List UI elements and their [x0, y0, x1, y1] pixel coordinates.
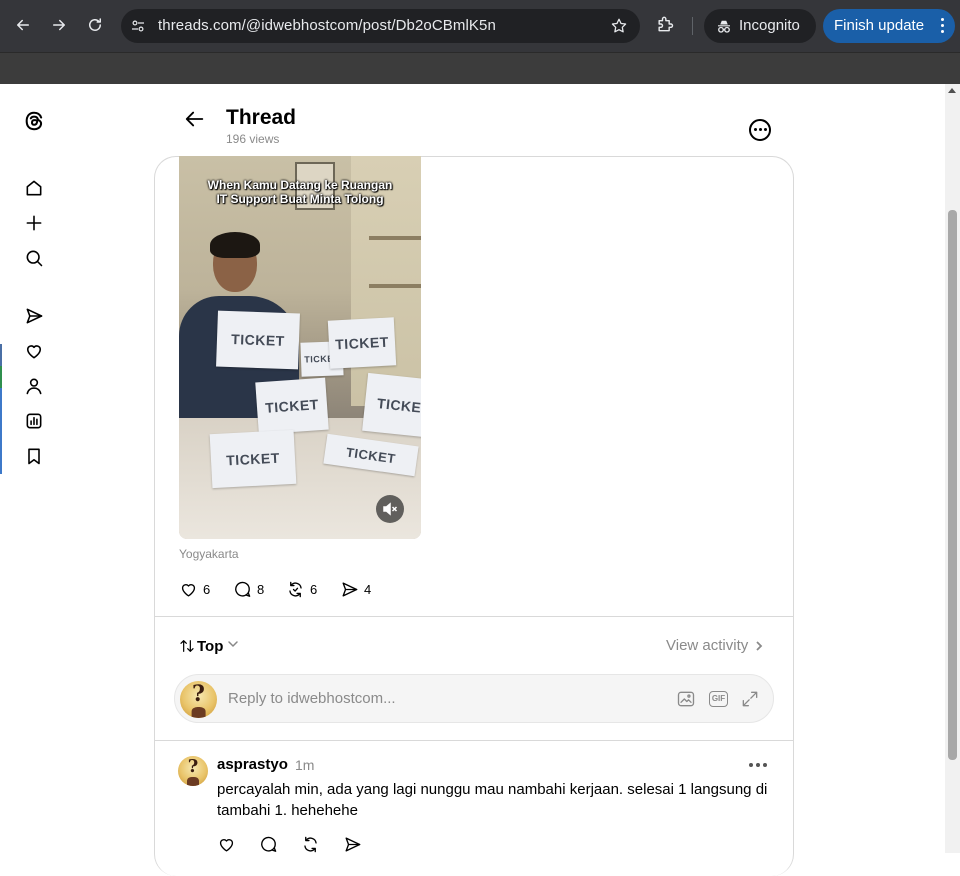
view-activity-label: View activity	[666, 637, 749, 654]
send-icon[interactable]	[23, 305, 45, 327]
address-bar[interactable]: threads.com/@idwebhostcom/post/Db2oCBmlK…	[121, 9, 640, 43]
scrollbar[interactable]	[945, 84, 960, 853]
chevron-down-icon	[227, 637, 239, 655]
chevron-right-icon	[756, 640, 763, 651]
comment-button[interactable]: 8	[233, 578, 264, 600]
heart-icon	[219, 838, 234, 852]
repost-icon	[304, 836, 317, 852]
back-icon[interactable]	[184, 108, 208, 132]
image-icon[interactable]	[676, 689, 696, 709]
mute-icon[interactable]	[376, 495, 404, 523]
page-title: Thread	[226, 106, 297, 129]
video-caption: When Kamu Datang ke Ruangan IT Support B…	[179, 178, 421, 206]
view-activity-link[interactable]: View activity	[666, 637, 765, 654]
repost-button[interactable]: 6	[286, 578, 317, 600]
divider	[154, 740, 794, 741]
like-button[interactable]	[217, 833, 236, 855]
finish-update-label: Finish update	[834, 17, 925, 34]
scrollbar-thumb[interactable]	[948, 210, 957, 760]
forward-arrow-icon[interactable]	[46, 12, 72, 38]
repost-button[interactable]	[301, 833, 320, 855]
send-icon	[345, 836, 361, 852]
site-info-icon[interactable]	[129, 17, 147, 35]
share-count: 4	[364, 581, 372, 597]
share-button[interactable]: 4	[340, 578, 371, 600]
divider	[154, 616, 794, 617]
back-arrow-icon[interactable]	[10, 12, 36, 38]
scroll-up-arrow-icon[interactable]	[948, 88, 956, 93]
comment-icon	[235, 581, 251, 597]
comment-item: ? asprastyo 1m percayalah min, ada yang …	[178, 750, 778, 860]
search-icon[interactable]	[23, 247, 45, 269]
toolbar-divider	[692, 17, 693, 35]
menu-dots-icon[interactable]	[941, 18, 945, 34]
comment-icon	[261, 836, 277, 852]
video-caption-line2: IT Support Buat Minta Tolong	[216, 192, 384, 206]
reload-icon[interactable]	[82, 12, 108, 38]
browser-infobar	[0, 52, 960, 84]
home-icon[interactable]	[23, 177, 45, 199]
reply-input[interactable]: Reply to idwebhostcom...	[228, 690, 396, 707]
browser-toolbar: threads.com/@idwebhostcom/post/Db2oCBmlK…	[0, 0, 960, 52]
finish-update-button[interactable]: Finish update	[823, 9, 955, 43]
sort-label: Top	[197, 637, 224, 655]
video-person-hair	[210, 232, 260, 258]
browser-chrome: threads.com/@idwebhostcom/post/Db2oCBmlK…	[0, 0, 960, 84]
thread-header: Thread 196 views	[180, 100, 780, 156]
heart-icon[interactable]	[23, 340, 45, 362]
avatar[interactable]: ?	[178, 756, 208, 786]
like-button[interactable]: 6	[179, 578, 210, 600]
ticket-paper: TICKET	[362, 372, 421, 438]
heart-icon	[181, 583, 196, 597]
video-shelf	[369, 236, 421, 240]
bookmark-icon[interactable]	[23, 445, 45, 467]
url-text[interactable]: threads.com/@idwebhostcom/post/Db2oCBmlK…	[158, 17, 496, 34]
repost-icon	[289, 581, 302, 597]
incognito-label: Incognito	[739, 17, 800, 34]
comment-time: 1m	[295, 757, 315, 773]
incognito-icon	[715, 17, 733, 35]
post-location[interactable]: Yogyakarta	[179, 547, 239, 561]
insights-icon[interactable]	[23, 410, 45, 432]
gif-icon[interactable]: GIF	[709, 691, 728, 707]
comment-count: 8	[257, 581, 265, 597]
send-icon	[342, 581, 358, 597]
ticket-paper: TICKET	[255, 377, 329, 435]
avatar: ?	[180, 681, 217, 718]
ticket-paper: TICKET	[216, 310, 300, 370]
repost-count: 6	[310, 581, 318, 597]
plus-icon[interactable]	[23, 212, 45, 234]
sidebar	[0, 84, 68, 853]
ticket-paper: TICKET	[209, 429, 297, 489]
person-icon[interactable]	[23, 375, 45, 397]
more-options-icon[interactable]	[749, 762, 769, 768]
like-count: 6	[203, 581, 211, 597]
reply-composer[interactable]: ? Reply to idwebhostcom... GIF	[174, 674, 774, 723]
video-caption-line1: When Kamu Datang ke Ruangan	[207, 178, 393, 192]
comment-text: percayalah min, ada yang lagi nunggu mau…	[217, 781, 768, 819]
more-options-icon[interactable]	[749, 119, 771, 141]
expand-icon[interactable]	[740, 689, 760, 709]
bookmark-star-icon[interactable]	[610, 17, 628, 35]
ticket-paper: TICKET	[327, 317, 397, 369]
video-shelf	[369, 284, 421, 288]
incognito-badge[interactable]: Incognito	[704, 9, 816, 43]
share-button[interactable]	[343, 833, 362, 855]
view-count: 196 views	[226, 132, 280, 146]
comment-button[interactable]	[259, 833, 278, 855]
comment-username[interactable]: asprastyo	[217, 756, 288, 773]
post-video[interactable]: When Kamu Datang ke Ruangan IT Support B…	[179, 156, 421, 539]
threads-logo-icon[interactable]	[23, 110, 45, 132]
sort-icon	[180, 640, 194, 652]
extensions-icon[interactable]	[655, 14, 677, 36]
sort-dropdown[interactable]: Top	[179, 636, 239, 656]
